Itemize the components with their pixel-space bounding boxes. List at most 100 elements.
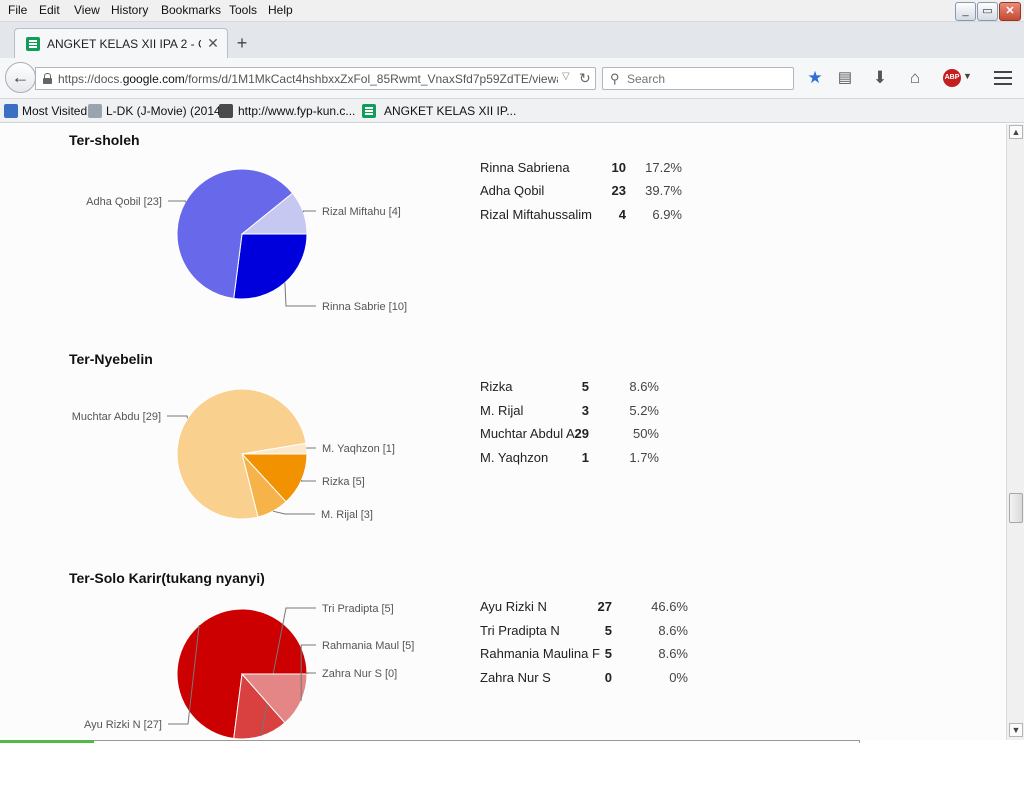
stat-percent: 46.6% bbox=[651, 599, 688, 614]
pie-slice-label: Ayu Rizki N [27] bbox=[84, 719, 162, 731]
stat-percent: 50% bbox=[632, 426, 659, 441]
url-path: /forms/d/1M1MkCact4hshbxxZxFol_85Rwmt_Vn… bbox=[184, 72, 558, 86]
stat-percent: 8.6% bbox=[629, 379, 659, 394]
close-window-button[interactable]: ✕ bbox=[999, 2, 1021, 21]
search-icon: ⚲ bbox=[610, 71, 620, 86]
url-bar[interactable]: https://docs.google.com/forms/d/1M1MkCac… bbox=[35, 67, 596, 90]
bookmarks-toolbar: Most Visited L-DK (J-Movie) (2014) http:… bbox=[0, 99, 1024, 123]
url-dropdown-icon[interactable]: ▽ bbox=[562, 71, 570, 82]
url-prefix: https://docs. bbox=[58, 72, 123, 86]
stat-name: Tri Pradipta N bbox=[480, 623, 560, 638]
scroll-thumb[interactable] bbox=[1009, 493, 1023, 523]
url-text[interactable]: https://docs.google.com/forms/d/1M1MkCac… bbox=[58, 72, 558, 86]
tab-close-icon[interactable]: ✕ bbox=[205, 35, 221, 51]
stat-percent: 5.2% bbox=[629, 403, 659, 418]
reading-list-icon[interactable]: ▤ bbox=[834, 67, 856, 89]
menu-history[interactable]: History bbox=[111, 3, 148, 17]
back-button[interactable]: ← bbox=[5, 62, 36, 93]
pie-slice-label: Adha Qobil [23] bbox=[86, 196, 162, 208]
menu-edit[interactable]: Edit bbox=[39, 3, 60, 17]
stat-count: 5 bbox=[604, 646, 612, 661]
forms-favicon bbox=[362, 104, 376, 118]
stat-name: M. Yaqhzon bbox=[480, 450, 549, 465]
stat-count: 3 bbox=[581, 403, 589, 418]
pie-slice-label: Muchtar Abdu [29] bbox=[72, 411, 161, 423]
stat-count: 27 bbox=[597, 599, 612, 614]
stat-name: Zahra Nur S bbox=[480, 670, 551, 685]
new-tab-icon[interactable]: + bbox=[233, 34, 251, 52]
tab-strip: ANGKET KELAS XII IPA 2 - Go... ✕ + bbox=[0, 22, 1024, 59]
tab-title: ANGKET KELAS XII IPA 2 - Go... bbox=[47, 37, 201, 51]
pie-leader-line bbox=[306, 447, 316, 449]
stat-name: Adha Qobil bbox=[480, 183, 545, 198]
status-area bbox=[0, 740, 1024, 785]
stat-row: Rizal Miftahussalim 4 6.9% bbox=[480, 207, 740, 227]
stat-percent: 8.6% bbox=[658, 646, 688, 661]
stat-count: 0 bbox=[604, 670, 612, 685]
menu-bar: File Edit View History Bookmarks Tools H… bbox=[0, 0, 1024, 22]
scroll-up-icon[interactable]: ▲ bbox=[1009, 125, 1023, 139]
load-progress-bar bbox=[0, 740, 94, 743]
stat-percent: 0% bbox=[669, 670, 688, 685]
stat-count: 4 bbox=[618, 207, 626, 222]
navigation-bar: https://docs.google.com/forms/d/1M1MkCac… bbox=[0, 58, 1024, 99]
pie-chart-ter-solo-karir: Ayu Rizki N [27] Tri Pradipta [5] Rahmania… bbox=[84, 603, 414, 740]
menu-file[interactable]: File bbox=[8, 3, 27, 17]
pie-slice-label: Rizal Miftahu [4] bbox=[322, 206, 401, 218]
pie-slice-label: M. Yaqhzon [1] bbox=[322, 443, 395, 455]
bookmark-ldk[interactable]: L-DK (J-Movie) (2014) bbox=[106, 104, 225, 118]
stat-row: Adha Qobil 23 39.7% bbox=[480, 183, 740, 203]
stat-row: Rahmania Maulina F 5 8.6% bbox=[480, 646, 740, 666]
tab-angket[interactable]: ANGKET KELAS XII IPA 2 - Go... ✕ bbox=[14, 28, 228, 59]
downloads-icon[interactable]: ⬇ bbox=[869, 67, 891, 89]
back-arrow-icon: ← bbox=[11, 67, 30, 87]
menu-hamburger-icon[interactable] bbox=[994, 71, 1012, 85]
search-bar[interactable]: ⚲ bbox=[602, 67, 794, 90]
stat-percent: 39.7% bbox=[645, 183, 682, 198]
forms-analytics-content: Ter-sholeh Rinna Sabrie [10] Adha Qobil [… bbox=[0, 124, 1006, 740]
home-icon[interactable]: ⌂ bbox=[904, 67, 926, 89]
status-divider bbox=[94, 740, 860, 743]
search-input[interactable] bbox=[627, 71, 787, 87]
pie-leader-line bbox=[301, 480, 316, 482]
stat-percent: 8.6% bbox=[658, 623, 688, 638]
reload-icon[interactable]: ↻ bbox=[579, 70, 591, 87]
stat-name: Rinna Sabriena bbox=[480, 160, 570, 175]
stat-count: 5 bbox=[581, 379, 589, 394]
stat-row: Zahra Nur S 0 0% bbox=[480, 670, 740, 690]
pie-leader-line bbox=[167, 415, 189, 419]
bookmark-star-icon[interactable]: ★ bbox=[804, 67, 826, 89]
bookmark-fyp[interactable]: http://www.fyp-kun.c... bbox=[238, 104, 355, 118]
stat-name: Rizka bbox=[480, 379, 513, 394]
pie-slice-label: Rizka [5] bbox=[322, 476, 365, 488]
pie-leader-line bbox=[168, 200, 186, 203]
pie-slice-label: Rinna Sabrie [10] bbox=[322, 301, 407, 313]
stat-percent: 17.2% bbox=[645, 160, 682, 175]
stat-name: Rizal Miftahussalim bbox=[480, 207, 592, 222]
stat-percent: 1.7% bbox=[629, 450, 659, 465]
pie-slice-label: Zahra Nur S [0] bbox=[322, 668, 397, 680]
minimize-button[interactable]: _ bbox=[955, 2, 976, 21]
adblock-icon[interactable]: ABP bbox=[943, 69, 961, 87]
adblock-dropdown-icon[interactable]: ▼ bbox=[963, 71, 972, 81]
stat-row: Rinna Sabriena 10 17.2% bbox=[480, 160, 740, 180]
menu-bookmarks[interactable]: Bookmarks bbox=[161, 3, 221, 17]
scroll-down-icon[interactable]: ▼ bbox=[1009, 723, 1023, 737]
vertical-scrollbar[interactable]: ▲ ▼ bbox=[1006, 124, 1024, 740]
stat-row: Ayu Rizki N 27 46.6% bbox=[480, 599, 740, 619]
stat-count: 1 bbox=[581, 450, 589, 465]
menu-tools[interactable]: Tools bbox=[229, 3, 257, 17]
stat-row: Rizka 5 8.6% bbox=[480, 379, 740, 399]
stat-count: 29 bbox=[574, 426, 589, 441]
bookmark-most-visited[interactable]: Most Visited bbox=[22, 104, 87, 118]
stat-row: Tri Pradipta N 5 8.6% bbox=[480, 623, 740, 643]
stat-row: Muchtar Abdul A 29 50% bbox=[480, 426, 740, 446]
menu-help[interactable]: Help bbox=[268, 3, 293, 17]
bookmark-angket[interactable]: ANGKET KELAS XII IP... bbox=[384, 104, 516, 118]
stat-count: 5 bbox=[604, 623, 612, 638]
stat-percent: 6.9% bbox=[652, 207, 682, 222]
ldk-favicon bbox=[88, 104, 102, 118]
google-forms-icon bbox=[26, 37, 40, 51]
menu-view[interactable]: View bbox=[74, 3, 100, 17]
restore-button[interactable]: ▭ bbox=[977, 2, 998, 21]
